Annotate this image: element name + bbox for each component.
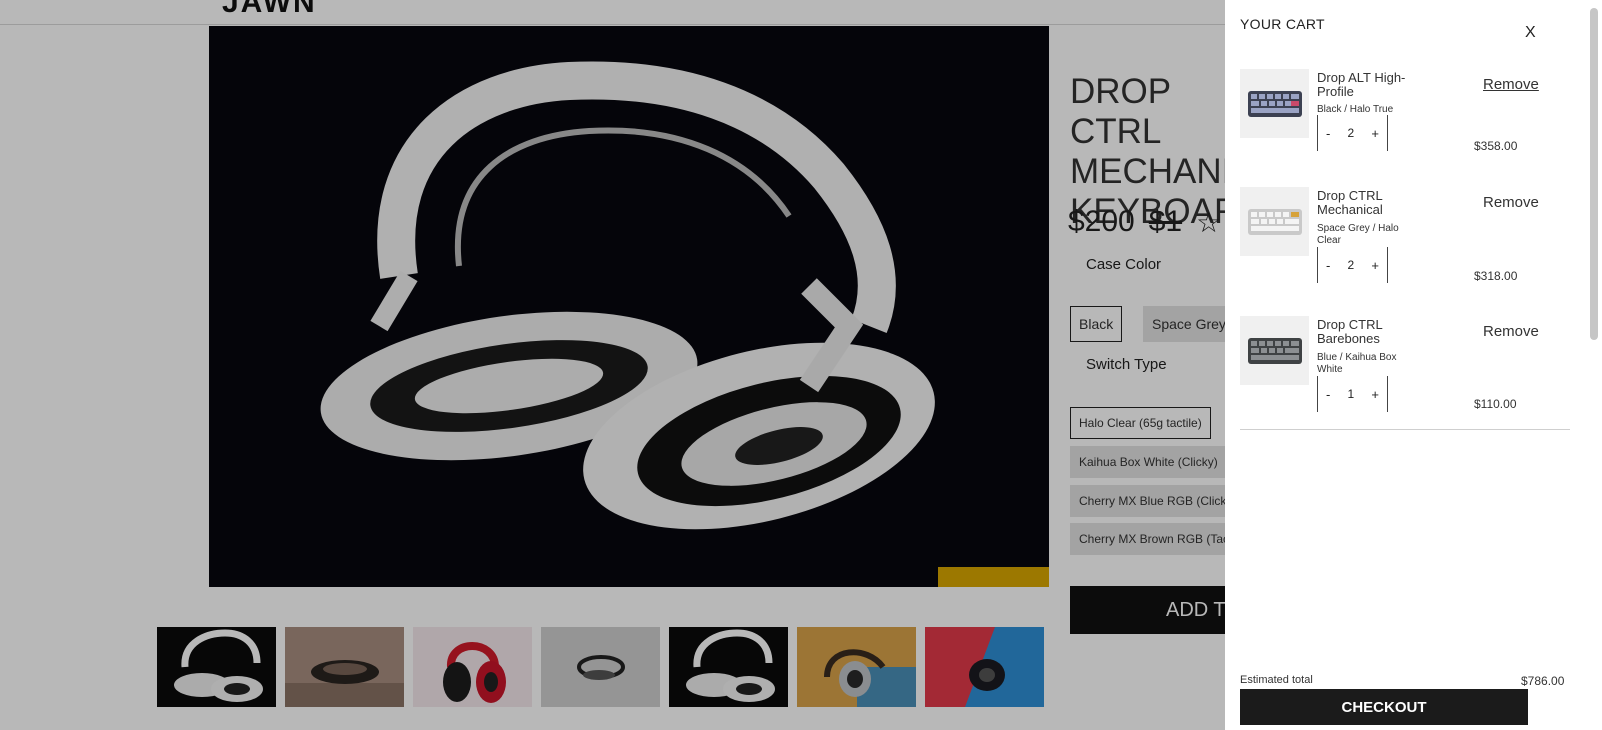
increase-quantity-button[interactable]: + xyxy=(1371,126,1379,141)
cart-item-price: $110.00 xyxy=(1474,397,1517,411)
cart-item-name[interactable]: Drop ALT High-Profile xyxy=(1317,71,1407,99)
cart-item-price: $318.00 xyxy=(1474,269,1518,283)
estimated-total-value: $786.00 xyxy=(1521,674,1565,688)
cart-title: YOUR CART xyxy=(1240,16,1325,32)
quantity-stepper: - 1 + xyxy=(1317,376,1388,412)
cart-item-variant: Space Grey / Halo Clear xyxy=(1317,223,1399,246)
scrollbar-thumb[interactable] xyxy=(1590,8,1598,340)
quantity-value[interactable]: 1 xyxy=(1348,387,1355,401)
cart-item-image xyxy=(1240,187,1309,256)
checkout-button[interactable]: CHECKOUT xyxy=(1240,689,1528,725)
cart-item-price: $358.00 xyxy=(1474,139,1518,153)
cart-item-image xyxy=(1240,69,1309,138)
cart-divider xyxy=(1240,429,1570,430)
cart-drawer: YOUR CART X Drop ALT High-Profile Black … xyxy=(1225,0,1602,730)
close-icon[interactable]: X xyxy=(1525,24,1536,42)
page-overlay[interactable] xyxy=(0,0,1225,730)
cart-item: Drop CTRL Mechanical Space Grey / Halo C… xyxy=(1240,187,1570,297)
cart-item-image xyxy=(1240,316,1309,385)
cart-item-name[interactable]: Drop CTRL Barebones xyxy=(1317,318,1407,346)
cart-item: Drop ALT High-Profile Black / Halo True … xyxy=(1240,69,1570,179)
decrease-quantity-button[interactable]: - xyxy=(1326,387,1330,402)
cart-item-variant: Blue / Kaihua Box White xyxy=(1317,352,1397,375)
cart-item-name[interactable]: Drop CTRL Mechanical xyxy=(1317,189,1407,217)
quantity-value[interactable]: 2 xyxy=(1348,258,1355,272)
remove-button[interactable]: Remove xyxy=(1483,194,1539,211)
quantity-stepper: - 2 + xyxy=(1317,115,1388,151)
increase-quantity-button[interactable]: + xyxy=(1371,387,1379,402)
decrease-quantity-button[interactable]: - xyxy=(1326,258,1330,273)
remove-button[interactable]: Remove xyxy=(1483,76,1539,93)
estimated-total-label: Estimated total xyxy=(1240,674,1313,686)
increase-quantity-button[interactable]: + xyxy=(1371,258,1379,273)
quantity-value[interactable]: 2 xyxy=(1348,126,1355,140)
decrease-quantity-button[interactable]: - xyxy=(1326,126,1330,141)
quantity-stepper: - 2 + xyxy=(1317,247,1388,283)
remove-button[interactable]: Remove xyxy=(1483,323,1539,340)
cart-item: Drop CTRL Barebones Blue / Kaihua Box Wh… xyxy=(1240,316,1570,426)
